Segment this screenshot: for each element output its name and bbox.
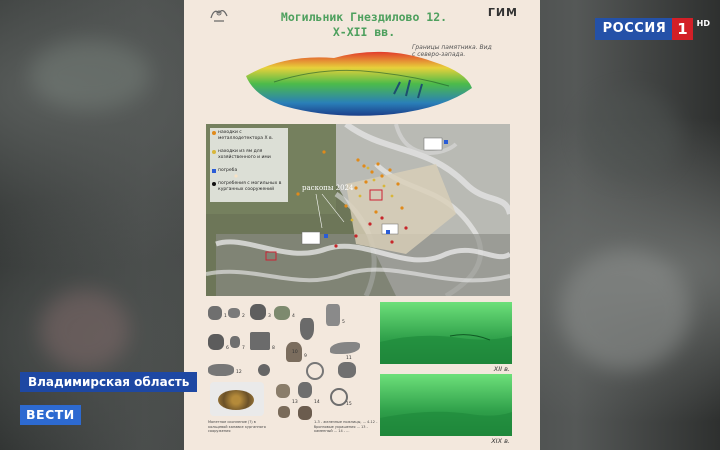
artifact-image [250,332,270,350]
find-number: 1 [224,314,227,319]
legend-item: погреба [212,168,286,174]
artifact-image [298,382,312,398]
legend-marker-icon [212,131,216,135]
artifact-image [326,304,340,326]
site-photo-lower [380,374,512,436]
region-caption: Владимирская область [20,372,198,392]
background-blur-shape [40,290,130,370]
channel-logo: РОССИЯ 1 HD [594,18,710,40]
background-blur-shape [560,250,690,370]
artifact-image [276,384,290,398]
exhibition-poster: Могильник Гнездилово 12. X-XII вв. ГИМ Г… [184,0,540,450]
artifact-image [306,362,324,380]
artifact-image [230,336,240,348]
legend-label: находки с металлодетектора X в. [218,130,274,141]
artifact-image [298,406,312,420]
hd-badge: HD [696,19,710,28]
find-number: 12 [236,370,242,375]
artifact-image [208,364,234,376]
legend-marker-icon [212,150,216,154]
legend-label: погреба [218,168,238,173]
find-number: 15 [346,402,352,407]
find-number: 5 [342,320,345,325]
find-number: 10 [292,350,298,355]
find-number: 9 [304,354,307,359]
find-number: 2 [242,314,245,319]
find-number: 11 [346,356,352,361]
legend-label: погребения с могильных в курганных соору… [218,181,282,192]
artifact-image [338,362,356,378]
legend-item: находки из ям для хозяйственного и ими [212,149,286,161]
legend-label: находки из ям для хозяйственного и ими [218,149,271,160]
find-number: 3 [268,314,271,319]
finds-notes: 1-3 - железные ножницы, ... 4-12 - бронз… [314,420,378,433]
channel-number: 1 [672,18,693,40]
legend-item: погребения с могильных в курганных соору… [212,181,286,193]
site-photo-upper [380,302,512,364]
boundary-note: Границы памятника. Вид с северо-запада. [412,44,492,58]
artifact-image [258,364,270,376]
artifact-image [330,342,360,354]
artifact-photo-frame [210,382,264,416]
artifact-finds-panel: 1 2 3 4 5 6 7 8 9 10 11 12 13 14 15 Моне… [206,302,377,448]
site-plan-map: находки с металлодетектора X в. находки … [206,124,510,296]
program-logo: ВЕСТИ [20,405,81,425]
artifact-image [278,406,290,418]
legend-marker-icon [212,169,216,173]
background-blur-shape [580,90,680,180]
museum-emblem-icon [208,4,230,30]
artifact-image [300,318,314,340]
photo-caption: XIX в. [491,437,510,445]
artifact-image [274,306,290,320]
find-number: 13 [292,400,298,405]
artifact-image [250,304,266,320]
find-number: 14 [314,400,320,405]
find-number: 4 [292,314,295,319]
excavation-label: раскопы 2024 [302,184,354,192]
photo-caption: XII в. [493,365,510,373]
map-legend: находки с металлодетектора X в. находки … [210,128,288,202]
artifact-image [208,334,224,350]
channel-name: РОССИЯ [594,18,673,40]
finds-caption: Монетное скопление (?) в кольцевой канав… [208,420,266,433]
legend-item: находки с металлодетектора X в. [212,130,286,142]
find-number: 8 [272,346,275,351]
poster-title-line1: Могильник Гнездилово 12. [280,10,448,24]
background-blur-shape [30,40,150,110]
legend-star-icon [212,182,216,186]
museum-logo-text: ГИМ [487,6,518,19]
coin-hoard-image [218,390,254,410]
find-number: 6 [226,346,229,351]
artifact-image [228,308,240,318]
find-number: 7 [242,346,245,351]
artifact-image [208,306,222,320]
